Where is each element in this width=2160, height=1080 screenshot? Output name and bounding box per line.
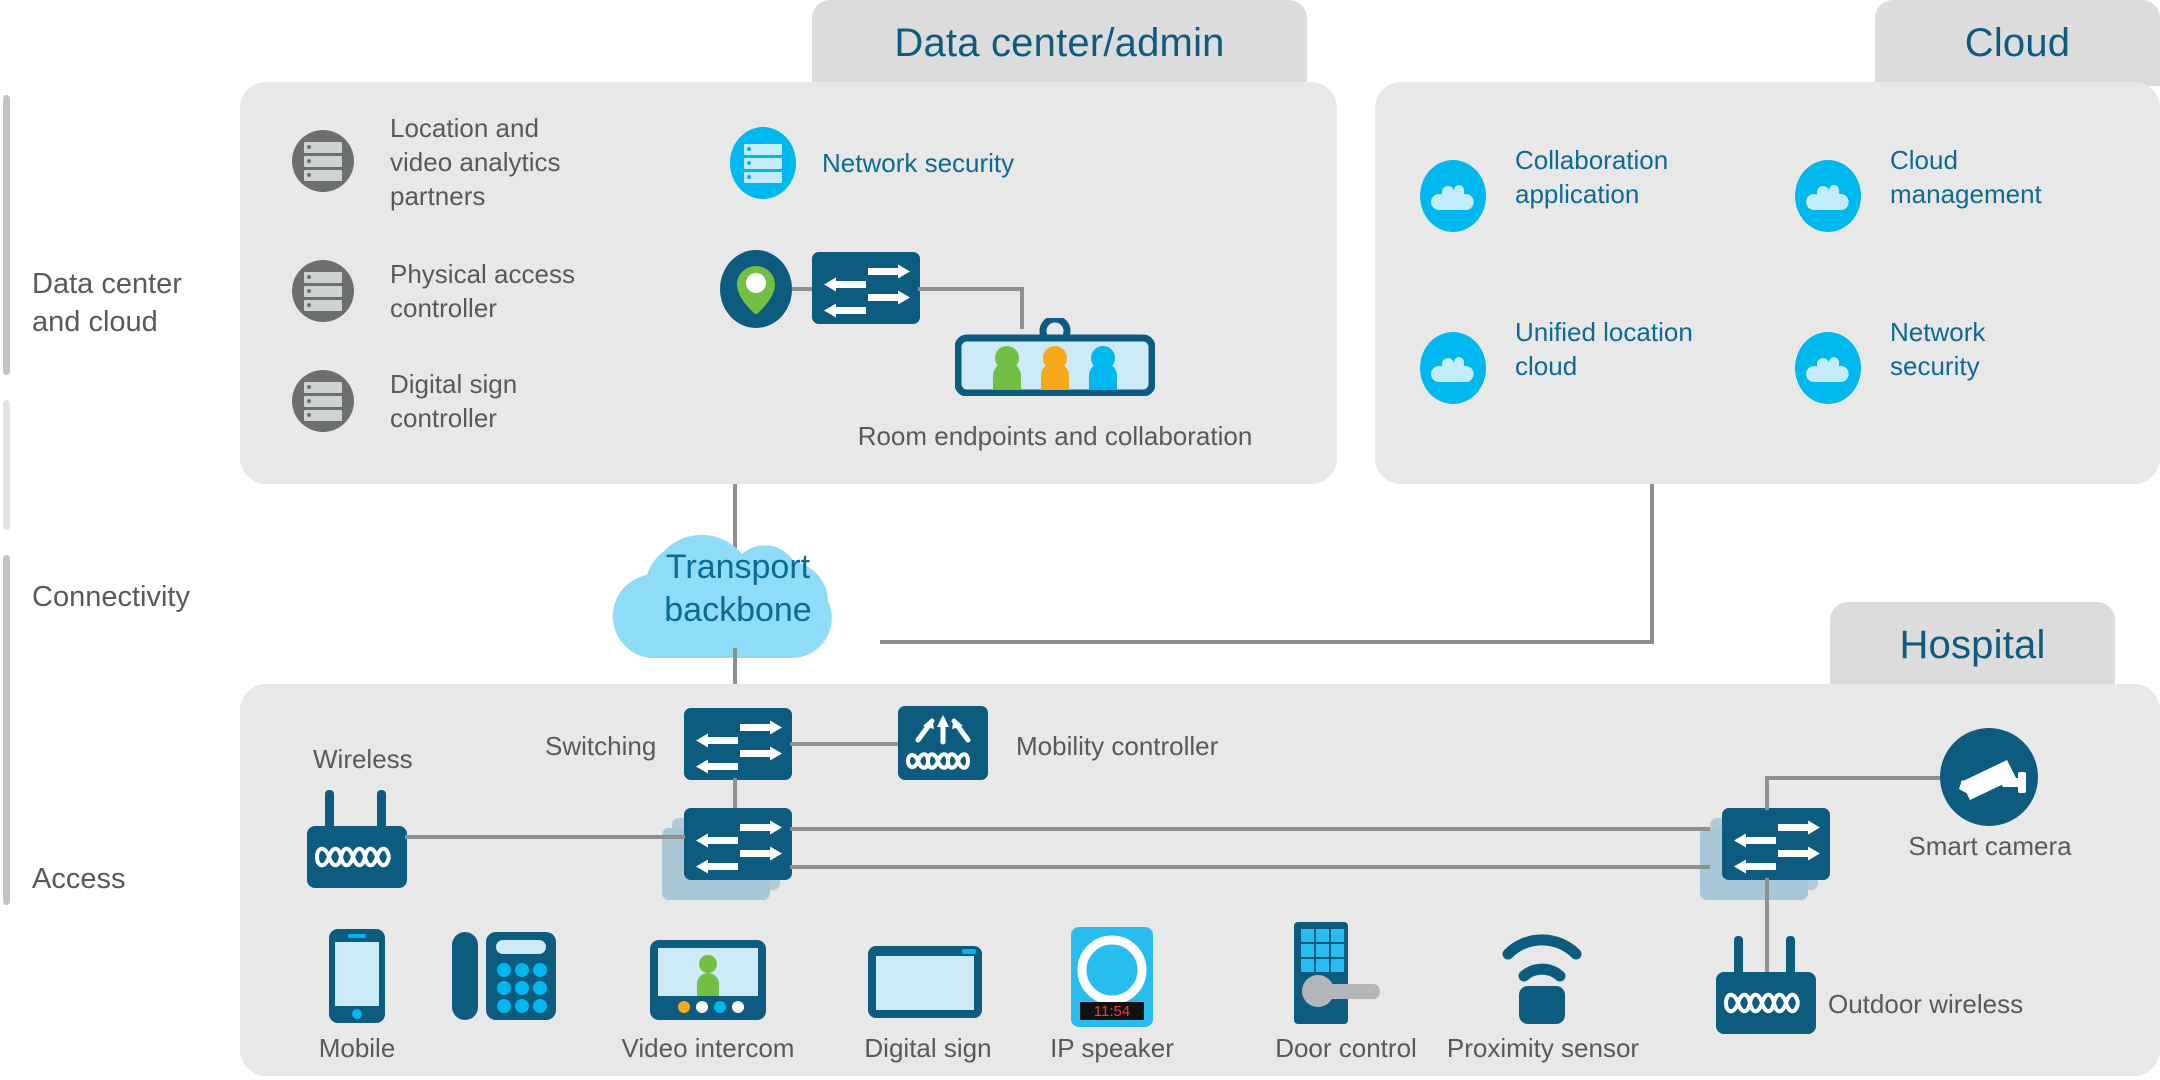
server-bay [304, 271, 342, 283]
server-bay [304, 409, 342, 421]
digital-sign-icon [866, 944, 984, 1025]
server-icon [292, 130, 354, 192]
server-bay [304, 395, 342, 407]
network-security-server-icon [730, 127, 796, 199]
server-bay [304, 155, 342, 167]
server-bay [304, 381, 342, 393]
label-wireless: Wireless [313, 744, 413, 774]
link-access-trunk-upper [790, 827, 1710, 831]
access-point-icon [303, 782, 413, 897]
switch-icon [812, 252, 920, 324]
tab-cloud[interactable]: Cloud [1875, 0, 2160, 86]
link-backbone-cloud [880, 640, 1654, 644]
link-switch-mobility [790, 742, 900, 746]
room-endpoint-icon [954, 315, 1156, 401]
ip-speaker-icon: 11:54 [1070, 926, 1154, 1033]
label-mobile: Mobile [318, 1033, 396, 1063]
label-switching: Switching [545, 731, 657, 761]
panel-cloud: Collaboration application Cloud manageme… [1375, 82, 2160, 484]
mobile-phone-icon [328, 928, 386, 1029]
rail-label-access: Access [32, 863, 126, 895]
rail-label-connectivity: Connectivity [32, 581, 190, 613]
label-video-intercom: Video intercom [621, 1033, 795, 1063]
switch-icon-access-right [1722, 808, 1830, 880]
server-bay [744, 143, 782, 155]
server-bay [304, 285, 342, 297]
server-bay [304, 299, 342, 311]
label-transport-backbone: Transport backbone [664, 548, 812, 629]
label-digital-sign-controller: Digital sign controller [390, 369, 518, 433]
ip-speaker-clock: 11:54 [1094, 1003, 1130, 1020]
label-proximity-sensor: Proximity sensor [1446, 1033, 1640, 1063]
mobility-controller-icon [898, 706, 988, 780]
access-point-icon-outdoor [1712, 928, 1822, 1043]
switch-icon-core [684, 708, 792, 780]
door-lock-icon [1290, 920, 1382, 1031]
camera-icon [1940, 728, 2038, 831]
link-cloud-down [1650, 484, 1654, 644]
label-cloud-network-security: Network security [1890, 317, 1986, 381]
desk-phone-icon [452, 928, 556, 1029]
link-switch-room [918, 287, 1024, 291]
proximity-sensor-icon [1490, 916, 1594, 1031]
server-bay [744, 171, 782, 183]
label-collaboration-application: Collaboration application [1515, 145, 1669, 209]
cloud-icon [1795, 332, 1861, 404]
label-smart-camera: Smart camera [1908, 831, 2072, 861]
label-cloud-management: Cloud management [1890, 145, 2042, 209]
link-wireless-switch [405, 835, 685, 839]
label-ip-speaker: IP speaker [1050, 1033, 1174, 1063]
label-network-security: Network security [822, 148, 1015, 178]
transport-backbone-cloud: Transport backbone [588, 512, 888, 665]
server-bay [744, 157, 782, 169]
video-intercom-icon [648, 938, 768, 1027]
rail-data-center [3, 95, 10, 375]
cloud-icon [1420, 332, 1486, 404]
location-pin-icon [720, 250, 792, 328]
server-icon [292, 370, 354, 432]
server-bay [304, 169, 342, 181]
tab-data-center-admin[interactable]: Data center/admin [812, 0, 1307, 86]
switch-icon-access-left [684, 808, 792, 880]
rail-connectivity [3, 400, 10, 530]
link-rightswitch-up [1765, 776, 1769, 810]
tab-hospital[interactable]: Hospital [1830, 602, 2115, 688]
link-core-access [733, 778, 737, 812]
label-outdoor-wireless: Outdoor wireless [1828, 989, 2024, 1019]
label-digital-sign: Digital sign [864, 1033, 992, 1063]
cloud-icon [1795, 160, 1861, 232]
label-physical-access-controller: Physical access controller [390, 259, 575, 323]
label-location-video-analytics: Location and video analytics partners [390, 113, 561, 211]
diagram-canvas: Data center and cloud Connectivity Acces… [0, 0, 2160, 1080]
label-door-control: Door control [1275, 1033, 1417, 1063]
link-access-trunk-lower [790, 865, 1710, 869]
label-unified-location-cloud: Unified location cloud [1515, 317, 1693, 381]
link-to-camera [1765, 776, 1957, 780]
label-room-endpoints: Room endpoints and collaboration [857, 421, 1253, 451]
cloud-icon [1420, 160, 1486, 232]
server-bay [304, 141, 342, 153]
rail-access [3, 555, 10, 905]
rail-label-data-center: Data center and cloud [32, 268, 182, 339]
server-icon [292, 260, 354, 322]
label-mobility-controller: Mobility controller [1016, 731, 1219, 761]
